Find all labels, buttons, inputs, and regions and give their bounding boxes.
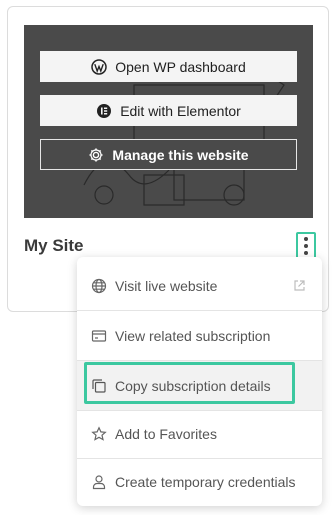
- menu-item-visit-live-website[interactable]: Visit live website: [77, 261, 322, 310]
- more-options-button[interactable]: [296, 232, 316, 260]
- open-wp-dashboard-button[interactable]: Open WP dashboard: [40, 51, 297, 82]
- copy-icon: [91, 378, 107, 394]
- menu-item-label: Add to Favorites: [115, 425, 217, 442]
- kebab-dot: [304, 251, 308, 255]
- site-actions-menu: Visit live website View related subscrip…: [77, 257, 322, 506]
- menu-item-view-related-subscription[interactable]: View related subscription: [77, 311, 322, 360]
- menu-item-label: Copy subscription details: [115, 377, 271, 394]
- menu-item-label: Create temporary credentials: [115, 473, 296, 490]
- edit-with-elementor-label: Edit with Elementor: [120, 102, 241, 119]
- user-icon: [91, 474, 107, 490]
- site-preview: Open WP dashboard Edit with Elementor Ma…: [24, 25, 313, 218]
- menu-item-create-temporary-credentials[interactable]: Create temporary credentials: [77, 457, 322, 506]
- kebab-dot: [304, 237, 308, 241]
- edit-with-elementor-button[interactable]: Edit with Elementor: [40, 95, 297, 126]
- globe-icon: [91, 278, 107, 294]
- open-wp-dashboard-label: Open WP dashboard: [115, 58, 246, 75]
- card-icon: [91, 328, 107, 344]
- wordpress-icon: [91, 58, 107, 75]
- menu-item-label: View related subscription: [115, 327, 271, 344]
- menu-item-label: Visit live website: [115, 277, 218, 294]
- manage-this-website-button[interactable]: Manage this website: [40, 139, 297, 170]
- star-icon: [91, 425, 107, 442]
- external-link-icon: [293, 279, 306, 292]
- menu-item-add-to-favorites[interactable]: Add to Favorites: [77, 409, 322, 458]
- elementor-icon: [96, 103, 112, 119]
- manage-this-website-label: Manage this website: [112, 146, 249, 163]
- gear-icon: [88, 147, 104, 163]
- kebab-dot: [304, 244, 308, 248]
- site-title: My Site: [24, 236, 84, 255]
- menu-item-copy-subscription-details[interactable]: Copy subscription details: [77, 361, 322, 410]
